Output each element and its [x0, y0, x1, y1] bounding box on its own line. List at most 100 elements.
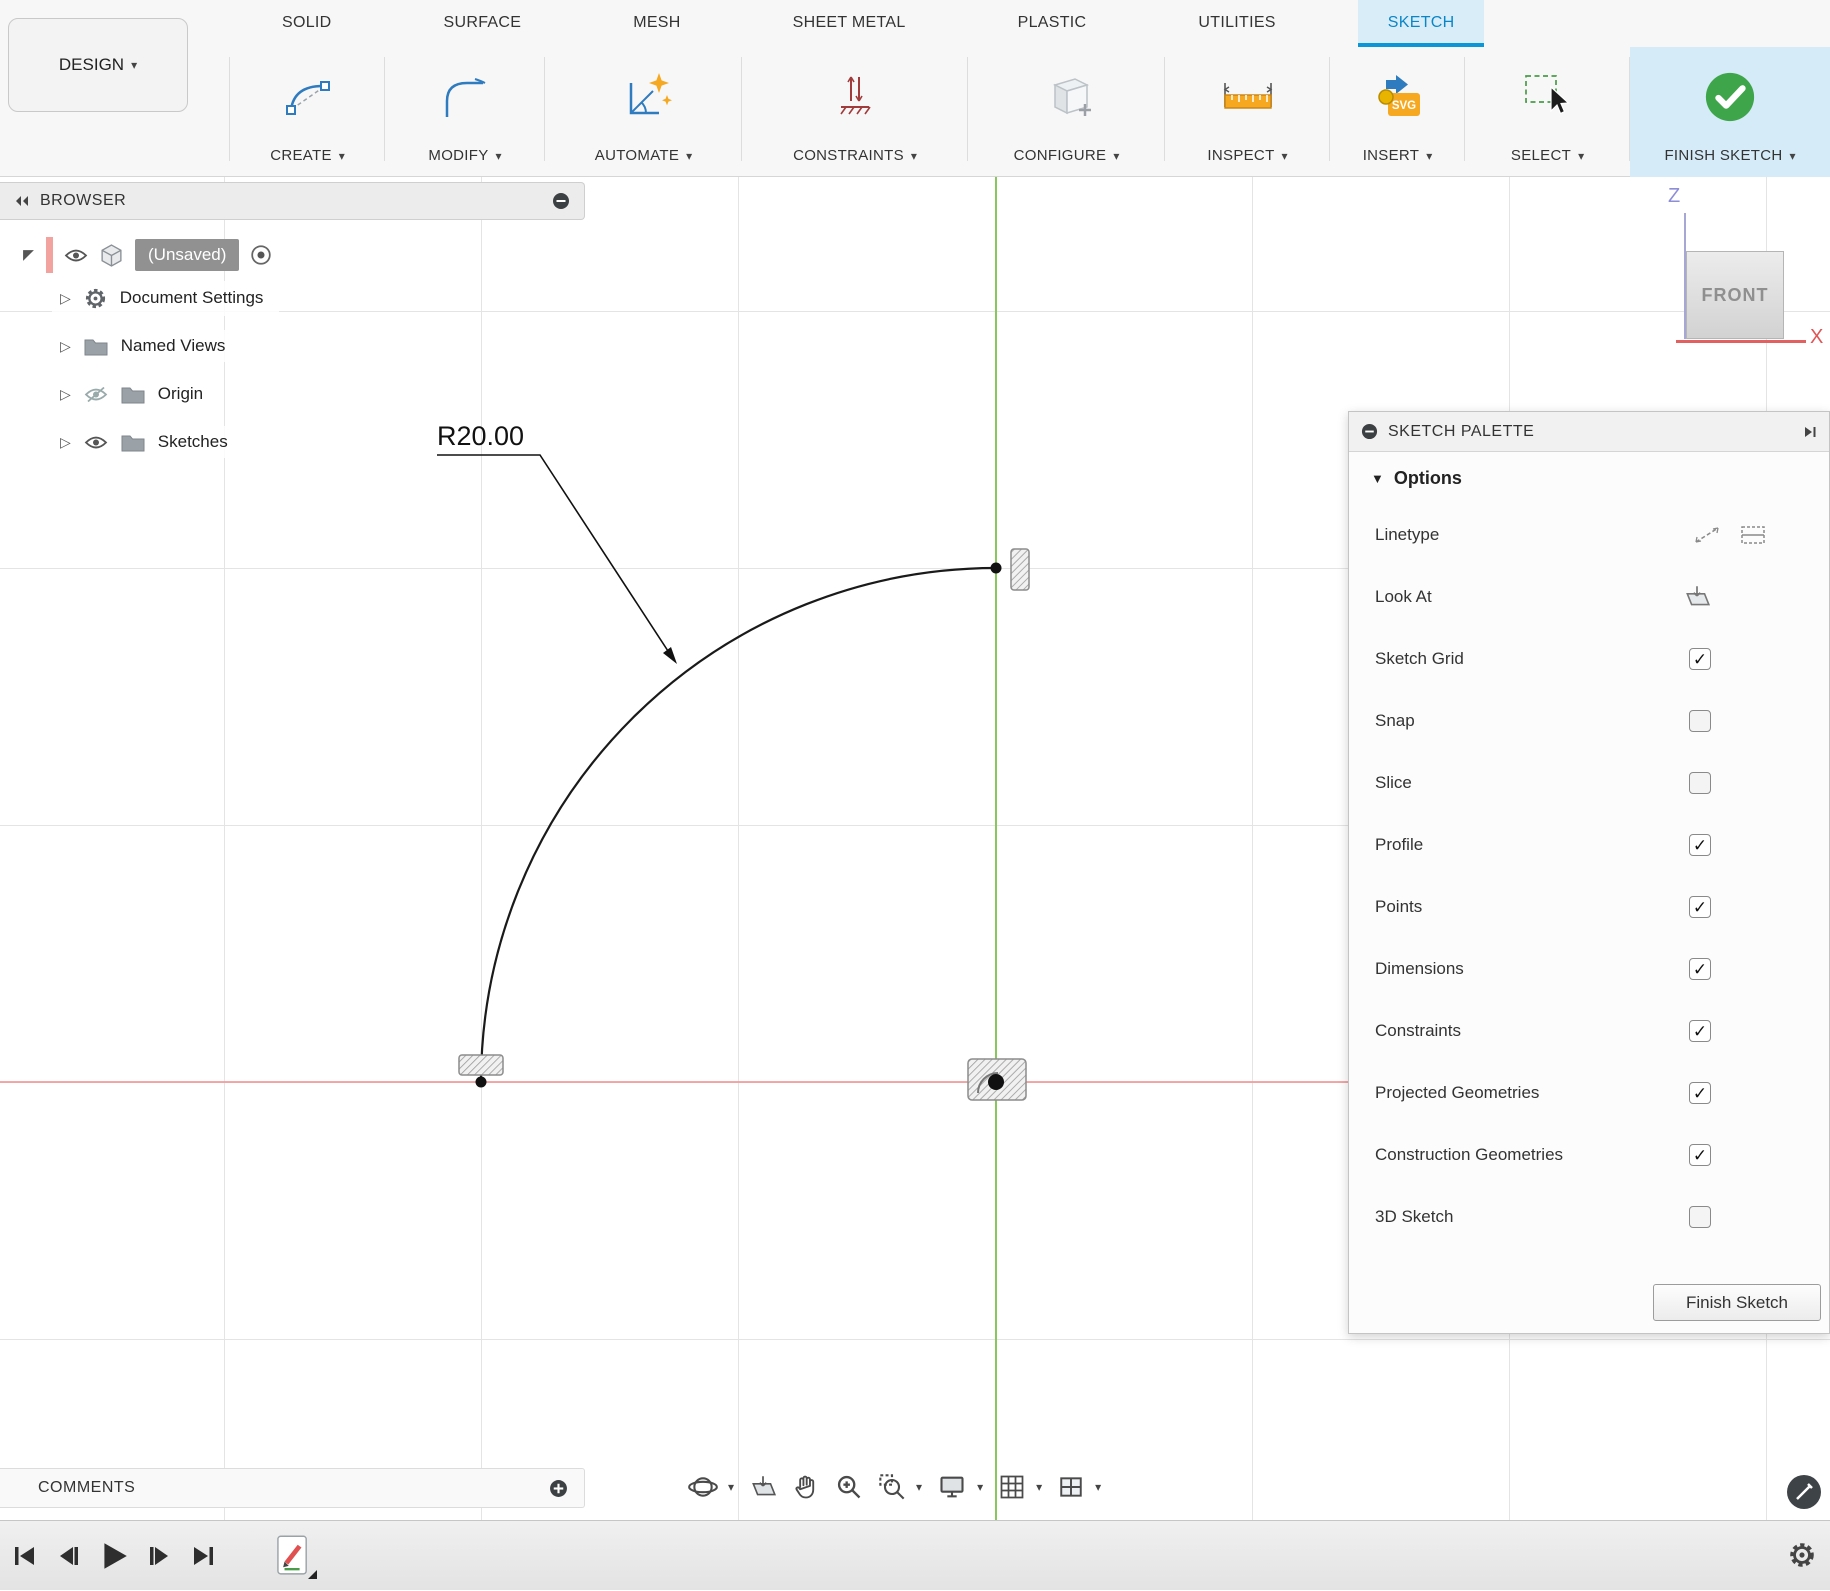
disclosure-triangle-icon[interactable]: ▷ — [60, 290, 71, 307]
circle-minus-icon[interactable] — [1361, 423, 1378, 440]
disclosure-triangle-icon[interactable]: ▷ — [60, 338, 71, 355]
centerline-icon[interactable] — [1739, 524, 1767, 546]
circle-minus-icon[interactable] — [552, 192, 570, 210]
constraints-checkbox[interactable] — [1689, 1020, 1711, 1042]
tab-plastic[interactable]: PLASTIC — [988, 0, 1117, 47]
toolbar-group-constraints[interactable]: CONSTRAINTS ▾ — [742, 47, 968, 177]
3d-sketch-checkbox[interactable] — [1689, 1206, 1711, 1228]
browser-item-named-views[interactable]: ▷ Named Views — [0, 322, 585, 370]
look-at-icon[interactable] — [1683, 585, 1711, 609]
browser-item-origin[interactable]: ▷ Origin — [0, 370, 585, 418]
section-collapse-icon[interactable]: ▼ — [1371, 471, 1384, 486]
fillet-icon — [385, 47, 545, 147]
skip-to-start-button[interactable] — [12, 1543, 38, 1569]
browser-item-sketches[interactable]: ▷ Sketches — [0, 418, 585, 466]
look-at-tool[interactable] — [749, 1475, 777, 1499]
play-button[interactable] — [98, 1540, 130, 1572]
options-section-header[interactable]: ▼ Options — [1349, 452, 1829, 504]
tab-sheet-metal[interactable]: SHEET METAL — [763, 0, 936, 47]
pan-tool[interactable] — [792, 1473, 820, 1501]
chevron-down-icon: ▾ — [1095, 1480, 1101, 1494]
browser-item-label: Origin — [158, 384, 203, 404]
viewcube[interactable]: Z FRONT X — [1660, 185, 1830, 360]
arc-create-icon — [230, 47, 385, 147]
row-label: Sketch Grid — [1375, 649, 1464, 669]
browser-item-label: Document Settings — [120, 288, 264, 308]
dimensions-checkbox[interactable] — [1689, 958, 1711, 980]
display-settings-tool[interactable]: ▾ — [937, 1473, 983, 1501]
origin-point[interactable] — [988, 1074, 1004, 1090]
horizontal-constraint-icon[interactable] — [459, 1055, 503, 1075]
comments-bar[interactable]: COMMENTS — [0, 1468, 585, 1508]
timeline-settings-gear[interactable] — [1788, 1541, 1816, 1574]
viewcube-front-face[interactable]: FRONT — [1686, 251, 1784, 339]
constraints-label: CONSTRAINTS — [793, 147, 904, 164]
orbit-tool[interactable]: ▾ — [688, 1472, 734, 1502]
tab-utilities[interactable]: UTILITIES — [1168, 0, 1305, 47]
finish-sketch-button[interactable]: Finish Sketch — [1653, 1284, 1821, 1321]
timeline-sketch-feature[interactable] — [277, 1535, 309, 1577]
eye-icon[interactable] — [64, 247, 88, 264]
step-forward-button[interactable] — [147, 1543, 173, 1569]
toolbar-group-modify[interactable]: MODIFY▾ — [385, 47, 545, 177]
arc-endpoint-top[interactable] — [991, 563, 1002, 574]
snap-checkbox[interactable] — [1689, 710, 1711, 732]
zoom-window-tool[interactable]: ▾ — [878, 1473, 922, 1501]
browser-item-label: Sketches — [158, 432, 228, 452]
sketch-palette-header[interactable]: SKETCH PALETTE — [1349, 412, 1829, 452]
toolbar-group-insert[interactable]: SVG INSERT▾ — [1330, 47, 1465, 177]
construction-line-icon[interactable] — [1693, 524, 1721, 546]
tab-sketch[interactable]: SKETCH — [1358, 0, 1485, 47]
slice-checkbox[interactable] — [1689, 772, 1711, 794]
disclosure-triangle-icon[interactable]: ▷ — [60, 434, 71, 451]
skip-to-end-button[interactable] — [190, 1543, 216, 1569]
toolbar-group-inspect[interactable]: INSPECT▾ — [1165, 47, 1330, 177]
disclosure-triangle-icon[interactable]: ▷ — [60, 386, 71, 403]
tab-mesh[interactable]: MESH — [603, 0, 710, 47]
sketch-arc[interactable] — [481, 568, 996, 1082]
chevron-down-icon: ▾ — [911, 149, 917, 163]
collapse-right-icon[interactable] — [1803, 425, 1817, 439]
tab-solid[interactable]: SOLID — [252, 0, 362, 47]
chevron-down-icon: ▾ — [1578, 149, 1584, 163]
palette-row-profile: Profile — [1349, 814, 1829, 876]
zoom-icon — [835, 1473, 863, 1501]
chevron-down-icon: ▾ — [1036, 1480, 1042, 1494]
toolbar-group-configure[interactable]: CONFIGURE▾ — [968, 47, 1165, 177]
profile-checkbox[interactable] — [1689, 834, 1711, 856]
canvas-status-badge[interactable] — [1786, 1474, 1822, 1510]
row-label: Slice — [1375, 773, 1412, 793]
arc-endpoint-left[interactable] — [476, 1077, 487, 1088]
eye-icon[interactable] — [84, 434, 108, 451]
tab-surface[interactable]: SURFACE — [414, 0, 552, 47]
browser-header[interactable]: BROWSER — [0, 182, 585, 220]
projected-geometries-checkbox[interactable] — [1689, 1082, 1711, 1104]
gear-icon — [84, 287, 107, 310]
sketch-grid-checkbox[interactable] — [1689, 648, 1711, 670]
row-label: Snap — [1375, 711, 1415, 731]
construction-geometries-checkbox[interactable] — [1689, 1144, 1711, 1166]
toolbar-group-select[interactable]: SELECT▾ — [1465, 47, 1630, 177]
eye-slash-icon[interactable] — [84, 386, 108, 403]
toolbar-group-create[interactable]: CREATE▾ — [230, 47, 385, 177]
browser-root-row[interactable]: (Unsaved) — [0, 236, 585, 274]
ribbon-groups: CREATE▾ MODIFY▾ AUTOMATE▾ — [0, 47, 1830, 177]
vertical-constraint-icon[interactable] — [1011, 549, 1029, 590]
row-label: 3D Sketch — [1375, 1207, 1453, 1227]
toolbar-group-finish-sketch[interactable]: FINISH SKETCH▾ — [1630, 47, 1830, 177]
viewports-tool[interactable]: ▾ — [1057, 1474, 1101, 1500]
points-checkbox[interactable] — [1689, 896, 1711, 918]
collapse-panel-icon[interactable] — [14, 195, 30, 207]
browser-item-document-settings[interactable]: ▷ Document Settings — [0, 274, 585, 322]
circle-plus-icon[interactable] — [549, 1479, 568, 1498]
folder-icon — [121, 432, 145, 452]
document-cube-icon — [99, 243, 124, 268]
grid-settings-tool[interactable]: ▾ — [998, 1473, 1042, 1501]
viewcube-x-axis-line — [1676, 340, 1806, 343]
radio-target-icon[interactable] — [250, 244, 272, 266]
step-back-button[interactable] — [55, 1543, 81, 1569]
toolbar-group-automate[interactable]: AUTOMATE▾ — [545, 47, 742, 177]
row-label: Projected Geometries — [1375, 1083, 1539, 1103]
finish-sketch-label: FINISH SKETCH — [1664, 147, 1782, 164]
zoom-tool[interactable] — [835, 1473, 863, 1501]
